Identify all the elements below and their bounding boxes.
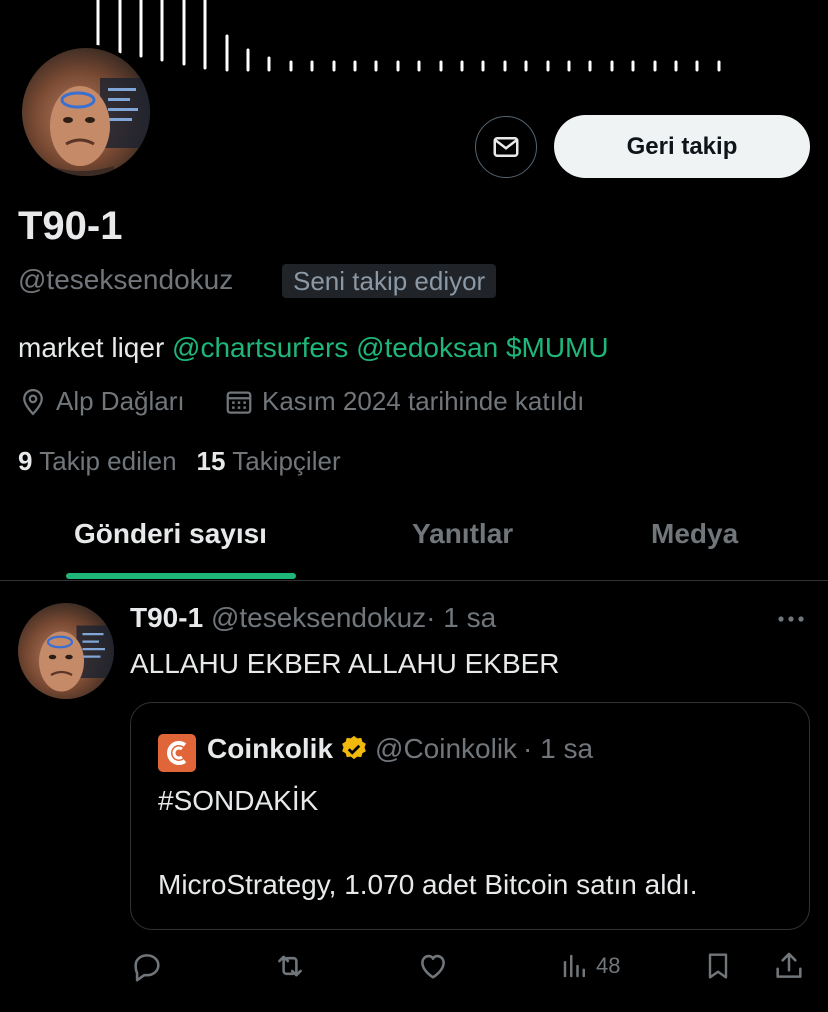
bookmark-icon [708,953,728,979]
profile-joined: Kasım 2024 tarihinde katıldı [224,386,584,417]
views-button[interactable]: 48 [560,948,620,984]
profile-name: T90-1 [18,204,123,248]
following-link[interactable]: 9 Takip edilen [18,446,177,477]
quoted-author-handle: @Coinkolik [375,733,518,764]
repost-button[interactable] [272,948,308,984]
joined-text: Kasım 2024 tarihinde katıldı [262,386,585,416]
reply-button[interactable] [130,948,164,984]
quoted-post-hashtag: #SONDAKİK [158,785,319,816]
follow-back-button[interactable]: Geri takip [554,115,810,178]
bio-link-tedoksan[interactable]: @tedoksan [356,332,498,363]
location-text: Alp Dağları [56,386,185,416]
coinkolik-logo [158,734,196,772]
post-time[interactable]: · 1 sa [426,602,496,633]
bookmark-button[interactable] [702,948,734,984]
like-button[interactable] [416,948,450,984]
quoted-author-name: Coinkolik [207,733,334,764]
share-button[interactable] [772,948,806,984]
quoted-post-text: MicroStrategy, 1.070 adet Bitcoin satın … [158,869,698,900]
tab-replies[interactable]: Yanıtlar [412,518,513,550]
envelope-icon [493,137,519,157]
profile-location: Alp Dağları [18,386,185,417]
bio-text: market liqer [18,332,165,363]
location-pin-icon [23,388,43,415]
follow-counts: 9 Takip edilen 15 Takipçiler [18,446,341,477]
repost-icon [278,955,302,977]
verified-badge-icon [342,735,366,760]
profile-avatar[interactable] [18,44,154,180]
post-avatar[interactable] [18,603,114,699]
like-icon [421,954,445,979]
bio-link-mumu[interactable]: $MUMU [506,332,609,363]
profile-handle: @teseksendokuz [18,264,234,295]
tabs-divider [0,580,828,581]
reply-icon [134,954,160,982]
bio-link-chartsurfers[interactable]: @chartsurfers [172,332,348,363]
views-icon [563,954,585,978]
views-count: 48 [596,953,621,978]
post-header: T90-1 @teseksendokuz· 1 sa [130,602,496,634]
quoted-post[interactable]: Coinkolik @Coinkolik · 1 sa #SONDAKİK Mic… [130,702,810,930]
post-author-handle[interactable]: @teseksendokuz [211,602,426,633]
profile-bio: market liqer @chartsurfers @tedoksan $MU… [18,332,609,364]
more-options-icon[interactable] [776,606,806,632]
quoted-post-time: · 1 sa [523,733,594,764]
message-button[interactable] [475,116,537,178]
tab-posts[interactable]: Gönderi sayısı [74,518,267,550]
share-icon [776,952,802,978]
quoted-post-header: Coinkolik @Coinkolik · 1 sa [207,733,593,765]
post-author-name[interactable]: T90-1 [130,602,203,633]
post-text: ALLAHU EKBER ALLAHU EKBER [130,648,560,679]
calendar-icon [226,391,252,414]
profile-page: Geri takip T90-1 @teseksendokuz Seni tak… [0,0,828,1012]
follows-you-badge: Seni takip ediyor [282,264,497,298]
followers-link[interactable]: 15 Takipçiler [197,446,341,477]
tab-media[interactable]: Medya [651,518,738,550]
active-tab-indicator [66,573,296,579]
